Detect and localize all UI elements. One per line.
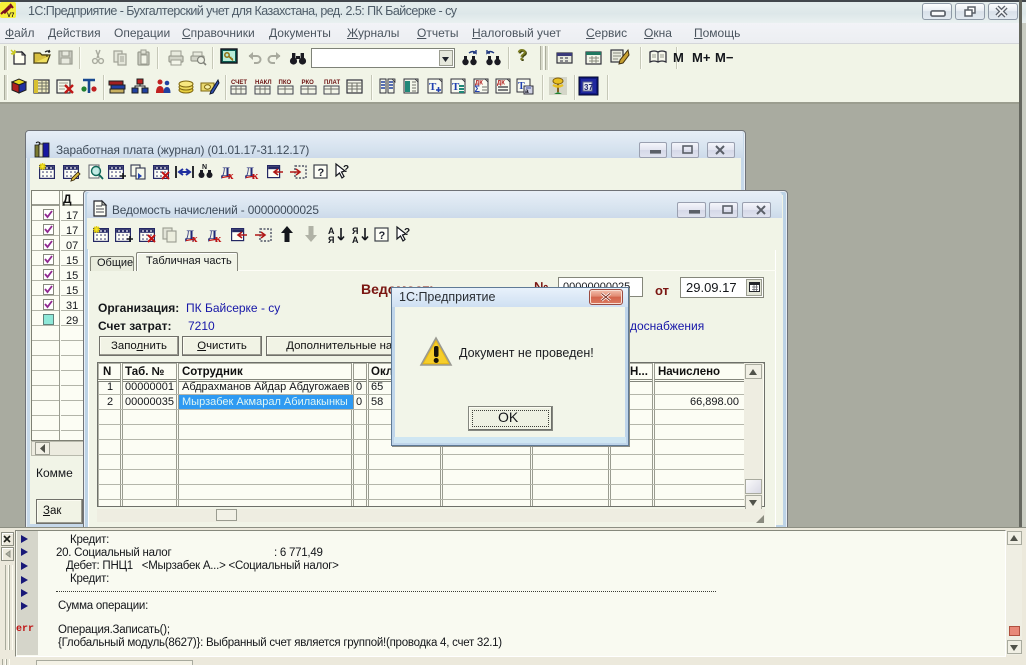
- svg-text:a: a: [525, 88, 529, 95]
- svg-text:37: 37: [584, 83, 593, 92]
- svg-text:ПКО: ПКО: [279, 80, 292, 86]
- svg-text:Σ: Σ: [475, 84, 481, 94]
- svg-text:T: T: [452, 81, 460, 93]
- svg-text:N: N: [202, 164, 207, 171]
- svg-text:T: T: [429, 81, 437, 93]
- svg-text:ДК: ДК: [497, 81, 505, 87]
- svg-text:ПЛАТ: ПЛАТ: [324, 80, 341, 86]
- svg-text:РКО: РКО: [302, 80, 315, 86]
- svg-text:НАКЛ: НАКЛ: [255, 80, 272, 86]
- svg-text:СЧЕТ: СЧЕТ: [231, 80, 247, 86]
- svg-text:А: А: [352, 235, 359, 245]
- svg-text:Я: Я: [328, 235, 334, 245]
- svg-text:V7: V7: [7, 13, 15, 19]
